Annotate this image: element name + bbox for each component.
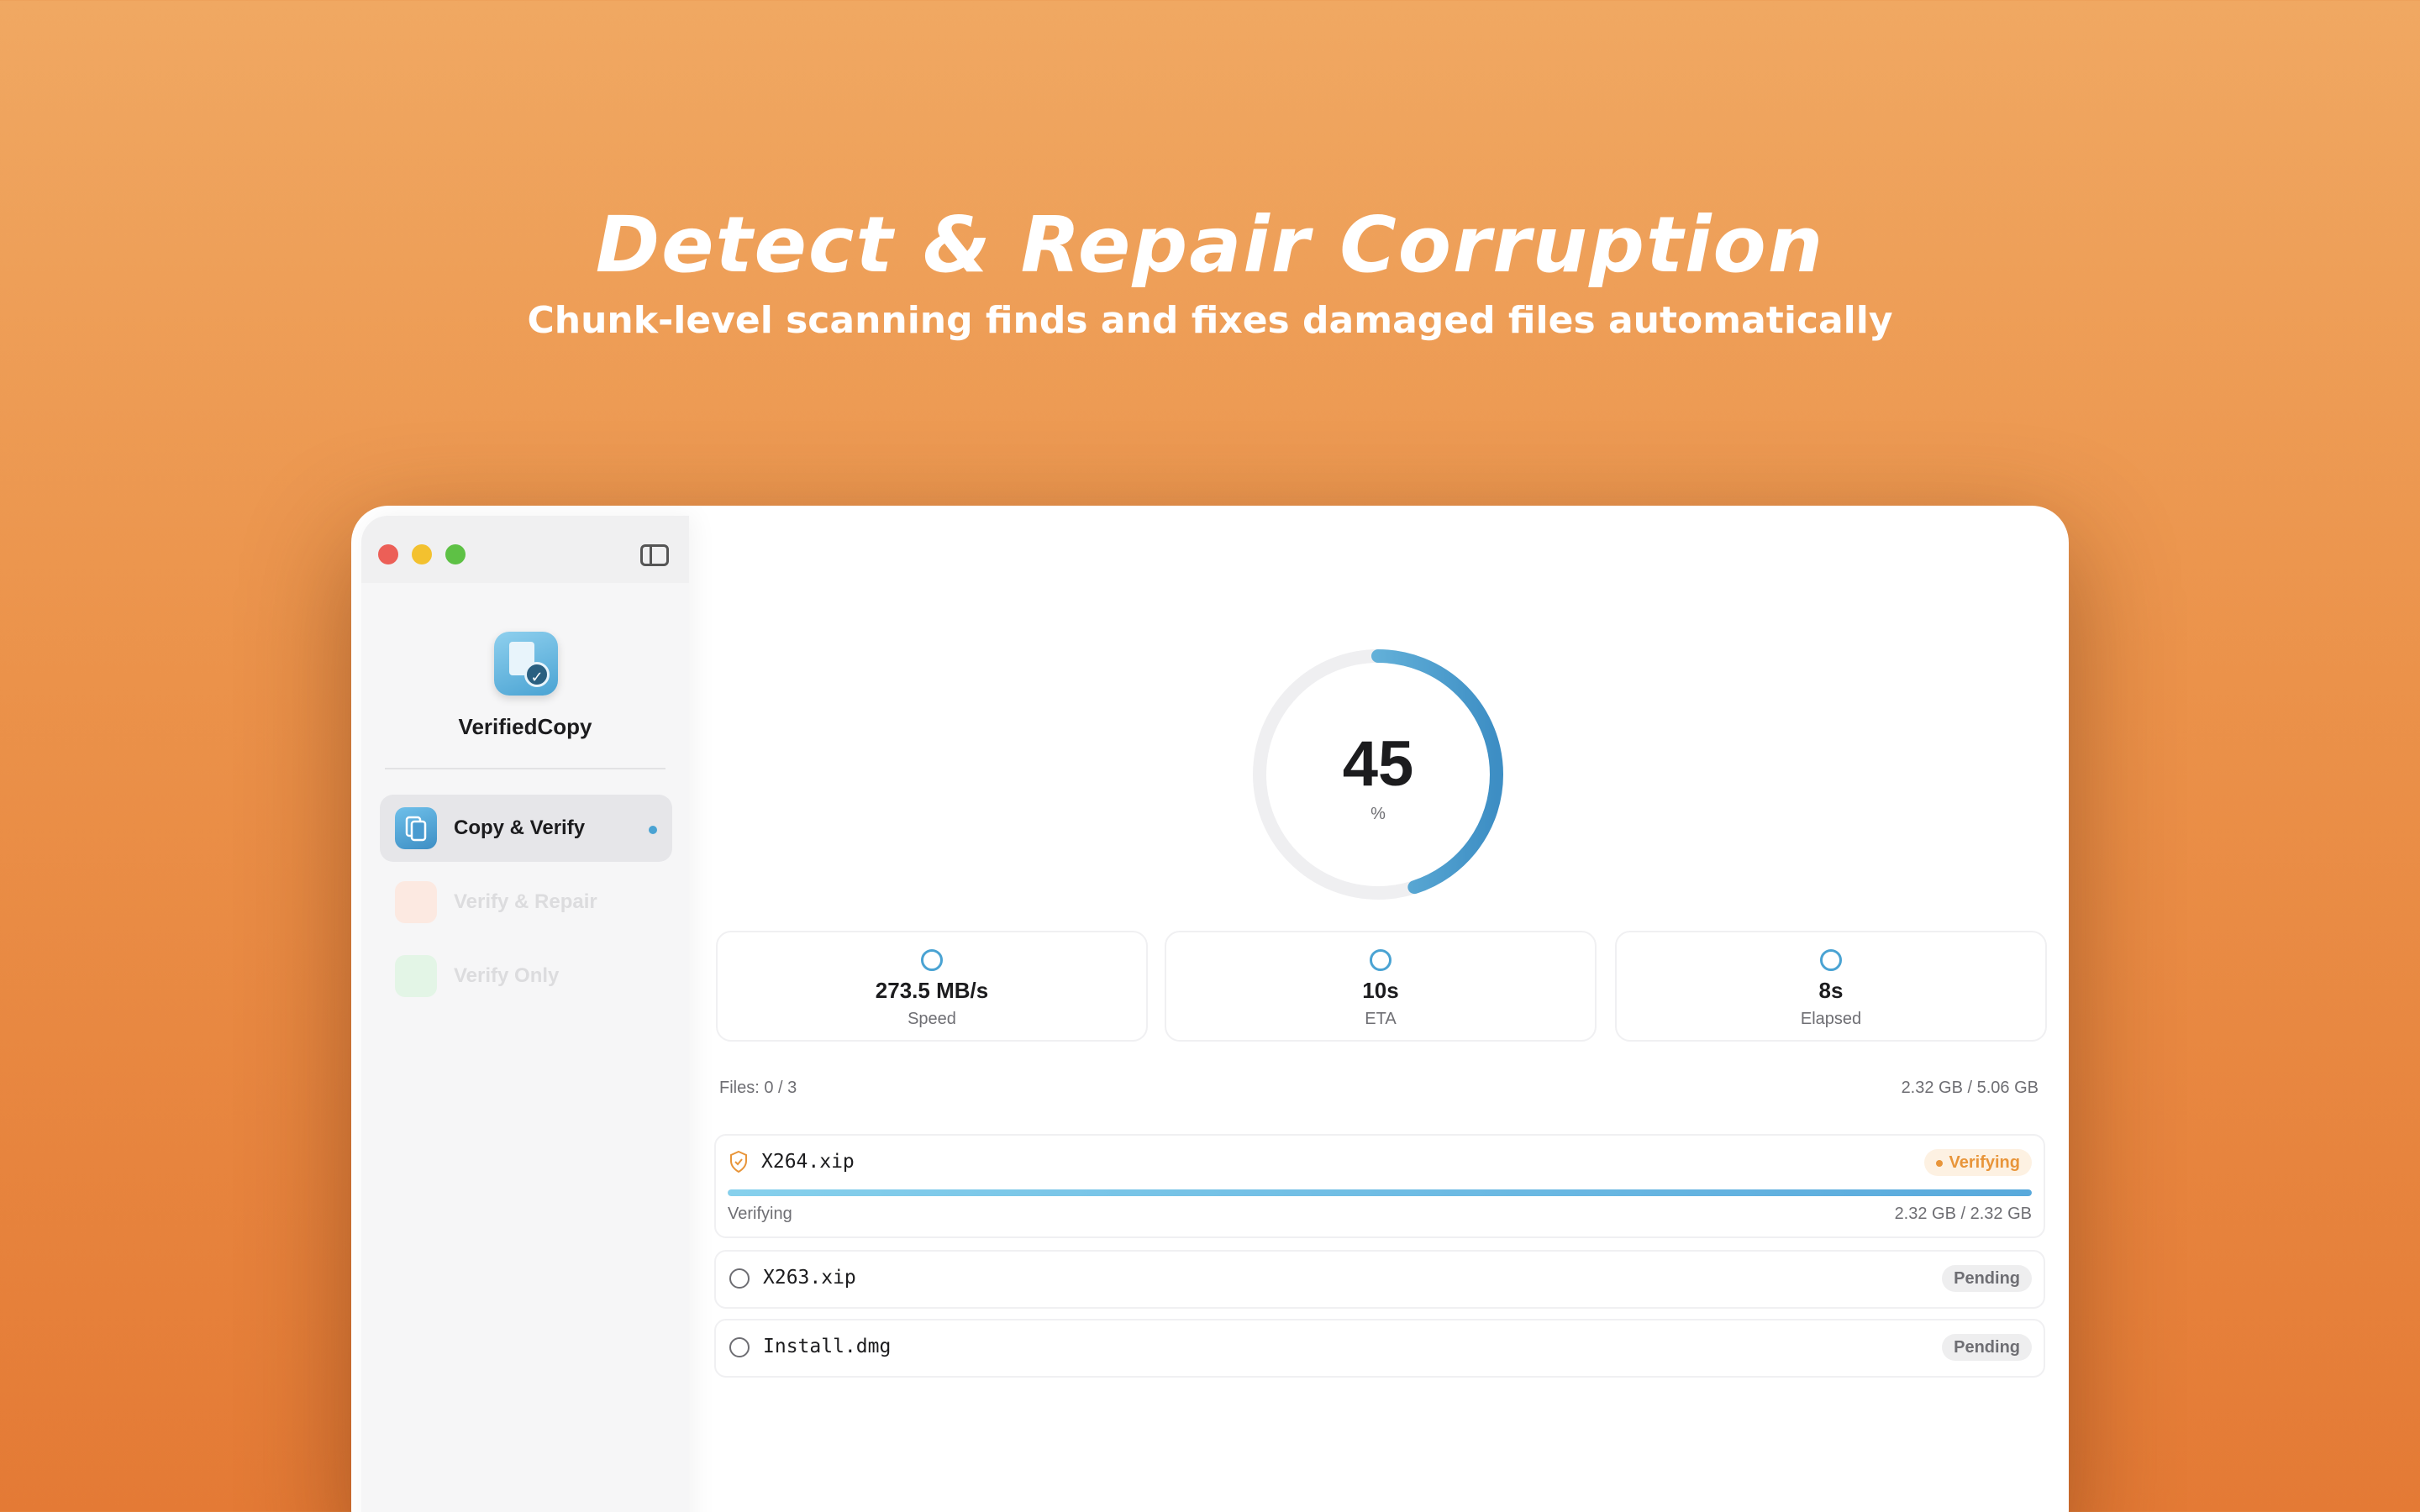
- elapsed-value: 8s: [1818, 978, 1844, 1003]
- window-titlebar: [361, 516, 689, 583]
- hero-subtitle: Chunk-level scanning finds and fixes dam…: [527, 299, 1893, 342]
- sidebar: ✓ VerifiedCopy: [361, 516, 689, 1512]
- eta-label: ETA: [1365, 1010, 1397, 1028]
- maximize-window-button[interactable]: [445, 544, 466, 564]
- app-window: ✓ VerifiedCopy Copy & Verify Verify & Re…: [351, 506, 2069, 1512]
- status-badge: Verifying: [1923, 1149, 2032, 1176]
- file-progress-fill: [728, 1189, 2032, 1196]
- copy-verify-icon: [395, 807, 437, 849]
- minimize-window-button[interactable]: [412, 544, 432, 564]
- close-window-button[interactable]: [378, 544, 398, 564]
- hero-title: Detect & Repair Corruption: [595, 200, 1825, 290]
- progress-percent-unit: %: [1370, 805, 1386, 823]
- sidebar-item-verify-only[interactable]: Verify Only: [380, 942, 672, 1010]
- file-row[interactable]: X263.xip Pending: [714, 1250, 2045, 1309]
- app-logo-icon: ✓: [494, 632, 558, 696]
- sidebar-item-copy-verify[interactable]: Copy & Verify: [380, 795, 672, 862]
- speed-value: 273.5 MB/s: [875, 978, 989, 1003]
- speed-stat-card: 273.5 MB/s Speed: [716, 931, 1148, 1042]
- elapsed-label: Elapsed: [1800, 1010, 1862, 1028]
- status-badge: Pending: [1942, 1334, 2032, 1361]
- eta-value: 10s: [1362, 978, 1399, 1003]
- file-name: X263.xip: [763, 1267, 856, 1289]
- speed-label: Speed: [908, 1010, 956, 1028]
- file-row[interactable]: Install.dmg Pending: [714, 1319, 2045, 1378]
- file-name: X264.xip: [761, 1151, 855, 1173]
- file-progress-label: Verifying: [728, 1205, 792, 1223]
- progress-percent-value: 45: [1342, 728, 1414, 800]
- sidebar-toggle-icon[interactable]: [640, 544, 669, 566]
- file-row[interactable]: X264.xip Verifying Verifying 2.32 GB / 2…: [714, 1134, 2045, 1238]
- files-total-size: 2.32 GB / 5.06 GB: [1901, 1079, 2039, 1097]
- clock-icon: [1370, 949, 1392, 971]
- sidebar-item-verify-repair[interactable]: Verify & Repair: [380, 869, 672, 936]
- shield-icon: [730, 1151, 747, 1173]
- circle-icon: [729, 1337, 750, 1357]
- elapsed-stat-card: 8s Elapsed: [1615, 931, 2047, 1042]
- file-progress-size: 2.32 GB / 2.32 GB: [1894, 1205, 2032, 1223]
- verify-repair-icon: [395, 881, 437, 923]
- progress-ring: 45 %: [1250, 647, 1506, 902]
- sidebar-item-label: Verify & Repair: [454, 890, 597, 913]
- timer-icon: [1820, 949, 1842, 971]
- file-name: Install.dmg: [763, 1336, 892, 1357]
- verify-only-icon: [395, 955, 437, 997]
- sidebar-item-label: Copy & Verify: [454, 816, 586, 839]
- files-count: Files: 0 / 3: [719, 1079, 797, 1097]
- file-progress-bar: [728, 1189, 2032, 1196]
- checkmark-icon: ✓: [524, 662, 550, 687]
- app-name: VerifiedCopy: [458, 714, 592, 739]
- eta-stat-card: 10s ETA: [1165, 931, 1597, 1042]
- sidebar-divider: [385, 768, 666, 769]
- status-badge: Pending: [1942, 1265, 2032, 1292]
- active-indicator-dot: [649, 826, 657, 834]
- speedometer-icon: [921, 949, 943, 971]
- circle-icon: [729, 1268, 750, 1289]
- sidebar-item-label: Verify Only: [454, 964, 560, 987]
